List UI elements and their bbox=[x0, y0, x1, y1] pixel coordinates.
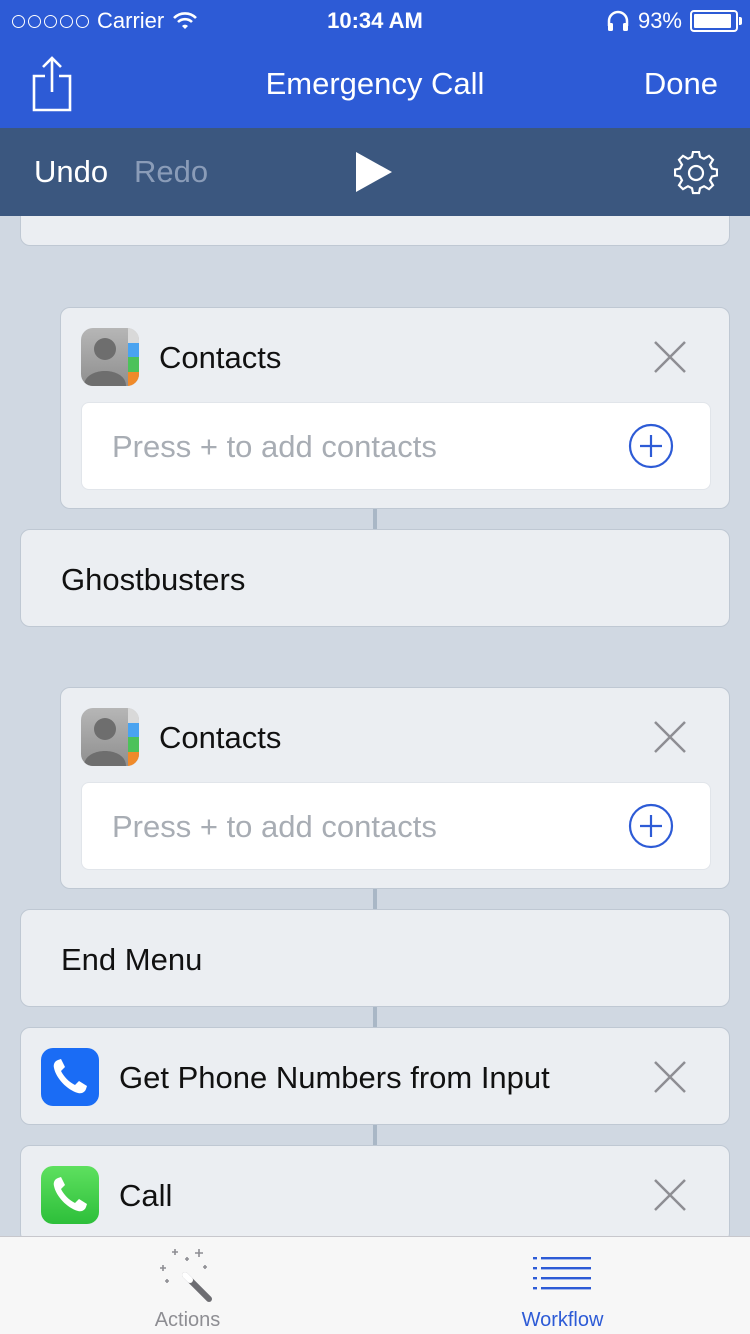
call-card[interactable]: Call bbox=[20, 1145, 730, 1236]
end-menu-label: End Menu bbox=[61, 942, 203, 977]
call-phone-icon bbox=[41, 1166, 99, 1224]
action-title: Contacts bbox=[159, 720, 282, 755]
close-icon[interactable] bbox=[653, 1178, 687, 1212]
battery-percent: 93% bbox=[637, 8, 682, 33]
status-bar: Carrier 10:34 AM 93% bbox=[0, 0, 750, 40]
magic-wand-icon bbox=[160, 1249, 212, 1302]
undo-button[interactable]: Undo bbox=[34, 154, 108, 190]
action-title: Contacts bbox=[159, 340, 282, 375]
add-contact-icon[interactable] bbox=[628, 423, 674, 469]
workflow-title: Emergency Call bbox=[265, 66, 485, 101]
battery-icon bbox=[690, 10, 742, 32]
navigation-bar: Emergency Call Done bbox=[0, 40, 750, 128]
connector-line bbox=[373, 1007, 377, 1027]
contacts-action-card[interactable]: Contacts Press + to add contacts bbox=[60, 687, 730, 889]
menu-item-label: Ghostbusters bbox=[61, 562, 246, 597]
menu-action-card[interactable] bbox=[20, 216, 730, 246]
tab-actions[interactable]: Actions bbox=[0, 1237, 375, 1334]
tab-label: Actions bbox=[154, 1309, 221, 1331]
action-title: Call bbox=[119, 1178, 173, 1213]
play-icon[interactable] bbox=[354, 150, 394, 194]
gear-icon[interactable] bbox=[674, 151, 718, 195]
status-right: 93% bbox=[606, 8, 742, 34]
contacts-icon bbox=[81, 328, 139, 386]
connector-line bbox=[373, 1125, 377, 1145]
tab-bar: Actions Workflow bbox=[0, 1236, 750, 1334]
battery-level bbox=[694, 14, 732, 28]
connector-line bbox=[373, 889, 377, 909]
contacts-icon bbox=[81, 708, 139, 766]
contacts-placeholder: Press + to add contacts bbox=[112, 809, 437, 844]
contacts-placeholder: Press + to add contacts bbox=[112, 429, 437, 464]
menu-item-card[interactable]: Ghostbusters bbox=[20, 529, 730, 627]
done-button[interactable]: Done bbox=[644, 66, 718, 102]
add-contact-icon[interactable] bbox=[628, 803, 674, 849]
list-icon bbox=[533, 1257, 591, 1290]
contacts-field[interactable]: Press + to add contacts bbox=[81, 402, 711, 490]
connector-line bbox=[373, 509, 377, 529]
editor-toolbar: Undo Redo bbox=[0, 128, 750, 216]
tab-workflow[interactable]: Workflow bbox=[375, 1237, 750, 1334]
contacts-action-card[interactable]: Contacts Press + to add contacts bbox=[60, 307, 730, 509]
action-title: Get Phone Numbers from Input bbox=[119, 1060, 550, 1095]
get-phone-numbers-card[interactable]: Get Phone Numbers from Input bbox=[20, 1027, 730, 1125]
close-icon[interactable] bbox=[653, 720, 687, 754]
tab-label: Workflow bbox=[521, 1309, 604, 1331]
phone-icon bbox=[41, 1048, 99, 1106]
workflow-canvas[interactable]: Contacts Press + to add contacts Ghostbu… bbox=[0, 216, 750, 1236]
end-menu-card[interactable]: End Menu bbox=[20, 909, 730, 1007]
close-icon[interactable] bbox=[653, 1060, 687, 1094]
redo-button[interactable]: Redo bbox=[134, 154, 208, 190]
headphones-icon bbox=[607, 10, 629, 31]
contacts-field[interactable]: Press + to add contacts bbox=[81, 782, 711, 870]
close-icon[interactable] bbox=[653, 340, 687, 374]
